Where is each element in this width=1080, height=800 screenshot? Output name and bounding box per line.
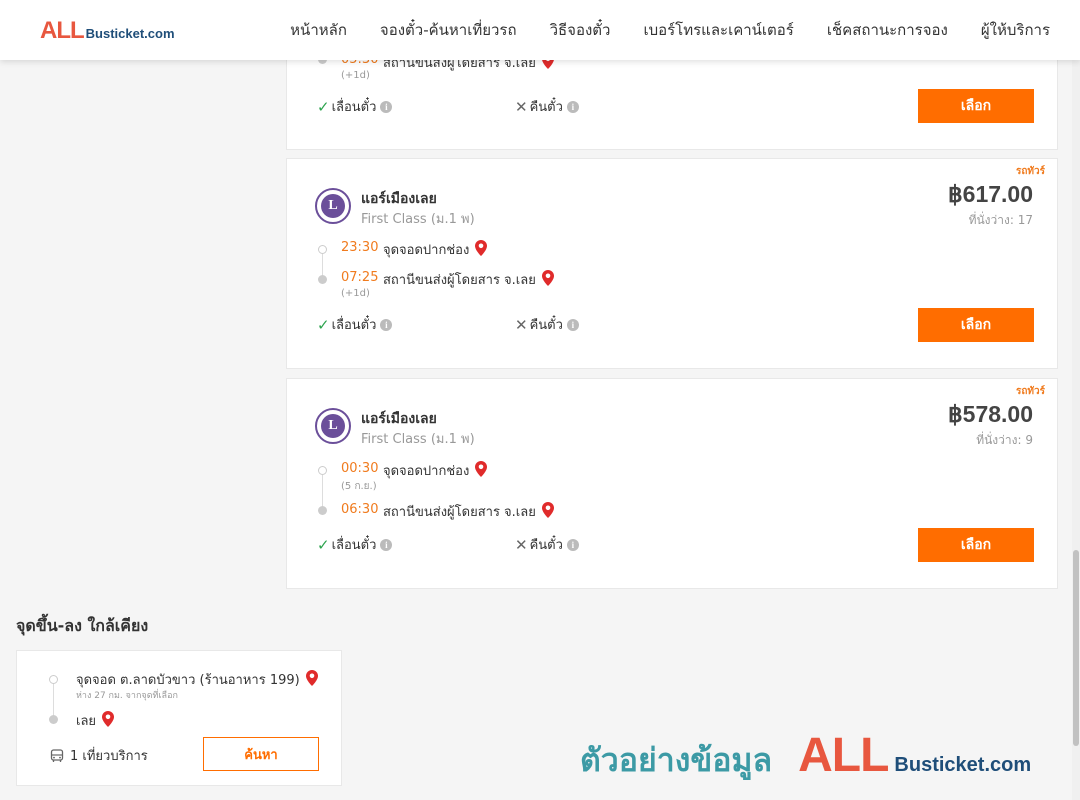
nearby-to-text: เลย <box>76 714 97 729</box>
arrive-dot <box>318 275 327 284</box>
operator-class: First Class (ม.1 พ) <box>361 212 475 227</box>
refund-policy: ✕ คืนตั๋ว i <box>515 314 579 335</box>
timeline-line <box>53 679 54 719</box>
to-dot <box>49 715 58 724</box>
nav-check-status[interactable]: เช็คสถานะการจอง <box>827 18 948 42</box>
info-icon[interactable]: i <box>380 538 393 551</box>
nearby-from-text: จุดจอด ต.ลาดบัวขาว (ร้านอาหาร 199) <box>76 673 300 688</box>
trip-card: รถทัวร์ L แอร์เมืองเลย First Class (ม.1 … <box>286 378 1058 589</box>
depart-dot <box>318 245 327 254</box>
info-icon[interactable]: i <box>566 318 579 331</box>
operator-name: แอร์เมืองเลย <box>361 411 437 427</box>
logo-all: ALL <box>40 17 85 44</box>
map-pin-icon[interactable] <box>475 239 488 260</box>
nav-how-to-book[interactable]: วิธีจองตั๋ว <box>550 18 611 42</box>
trip-card: รถทัวร์ L แอร์เมืองเลย First Class (ม.1 … <box>286 158 1058 369</box>
depart-time: 00:30 <box>341 461 379 476</box>
nearby-trip-count: 1 เที่ยวบริการ <box>50 745 148 766</box>
ticket-price: ฿578.00 <box>948 401 1033 427</box>
depart-place: จุดจอดปากช่อง <box>383 239 488 260</box>
arrive-note: (+1d) <box>341 70 370 81</box>
reschedule-policy: ✓ เลื่อนตั๋ว i <box>317 314 393 335</box>
map-pin-icon[interactable] <box>102 710 115 731</box>
watermark: ตัวอย่างข้อมูล ALL Busticket.com <box>580 728 1031 786</box>
site-logo[interactable]: ALL Busticket.com <box>40 17 175 45</box>
watermark-text: ตัวอย่างข้อมูล <box>580 741 773 779</box>
nearby-title: จุดขึ้น-ลง ใกล้เคียง <box>16 616 149 635</box>
info-icon[interactable]: i <box>380 100 393 113</box>
depart-time: 23:30 <box>341 240 379 255</box>
arrive-time: 07:25 <box>341 270 379 285</box>
info-icon[interactable]: i <box>566 538 579 551</box>
nearby-to: เลย <box>76 710 115 731</box>
reschedule-policy: ✓ เลื่อนตั๋ว i <box>317 534 393 555</box>
seats-available: ที่นั่งว่าง: 9 <box>976 433 1033 447</box>
select-button[interactable]: เลือก <box>918 308 1034 342</box>
scrollbar-thumb[interactable] <box>1073 550 1079 746</box>
depart-note: (5 ก.ย.) <box>341 481 377 492</box>
logo-rest: Busticket.com <box>85 26 175 41</box>
main-nav: หน้าหลัก จองตั๋ว-ค้นหาเที่ยวรถ วิธีจองตั… <box>257 0 1050 60</box>
depart-place-text: จุดจอดปากช่อง <box>383 464 470 479</box>
nearby-from: จุดจอด ต.ลาดบัวขาว (ร้านอาหาร 199) <box>76 669 318 690</box>
select-button[interactable]: เลือก <box>918 89 1034 123</box>
refund-label: คืนตั๋ว <box>529 100 563 115</box>
map-pin-icon[interactable] <box>305 669 318 690</box>
depart-place: จุดจอดปากช่อง <box>383 460 488 481</box>
reschedule-label: เลื่อนตั๋ว <box>331 318 377 333</box>
check-icon: ✓ <box>317 97 330 116</box>
depart-dot <box>318 466 327 475</box>
check-icon: ✓ <box>317 535 330 554</box>
from-dot <box>49 675 58 684</box>
check-icon: ✓ <box>317 315 330 334</box>
watermark-all: ALL <box>798 729 889 782</box>
arrive-place-text: สถานีขนส่งผู้โดยสาร จ.เลย <box>383 505 536 520</box>
bus-type-tag: รถทัวร์ <box>1015 386 1045 397</box>
bus-icon <box>50 748 64 762</box>
arrive-place: สถานีขนส่งผู้โดยสาร จ.เลย <box>383 269 554 290</box>
reschedule-policy: ✓ เลื่อนตั๋ว i <box>317 96 393 117</box>
depart-place-text: จุดจอดปากช่อง <box>383 243 470 258</box>
operator-logo: L <box>315 188 351 224</box>
map-pin-icon[interactable] <box>475 460 488 481</box>
ticket-price: ฿617.00 <box>948 181 1033 207</box>
nav-home[interactable]: หน้าหลัก <box>290 18 347 42</box>
cross-icon: ✕ <box>515 97 528 116</box>
nearby-distance: ห่าง 27 กม. จากจุดที่เลือก <box>76 691 178 701</box>
select-button[interactable]: เลือก <box>918 528 1034 562</box>
reschedule-label: เลื่อนตั๋ว <box>331 100 377 115</box>
map-pin-icon[interactable] <box>541 501 554 522</box>
nav-operators[interactable]: ผู้ให้บริการ <box>981 18 1050 42</box>
arrive-dot <box>318 506 327 515</box>
arrive-place: สถานีขนส่งผู้โดยสาร จ.เลย <box>383 501 554 522</box>
info-icon[interactable]: i <box>380 318 393 331</box>
nav-book-search[interactable]: จองตั๋ว-ค้นหาเที่ยวรถ <box>380 18 517 42</box>
operator-class: First Class (ม.1 พ) <box>361 432 475 447</box>
nearby-trip-count-text: 1 เที่ยวบริการ <box>70 749 148 764</box>
map-pin-icon[interactable] <box>541 269 554 290</box>
arrive-place-text: สถานีขนส่งผู้โดยสาร จ.เลย <box>383 273 536 288</box>
bus-type-tag: รถทัวร์ <box>1015 166 1045 177</box>
refund-policy: ✕ คืนตั๋ว i <box>515 534 579 555</box>
refund-label: คืนตั๋ว <box>529 538 563 553</box>
nav-contact-counter[interactable]: เบอร์โทรและเคาน์เตอร์ <box>643 18 793 42</box>
header: ALL Busticket.com หน้าหลัก จองตั๋ว-ค้นหา… <box>0 0 1080 60</box>
cross-icon: ✕ <box>515 315 528 334</box>
seats-available: ที่นั่งว่าง: 17 <box>968 213 1033 227</box>
cross-icon: ✕ <box>515 535 528 554</box>
refund-label: คืนตั๋ว <box>529 318 563 333</box>
watermark-rest: Busticket.com <box>894 754 1032 776</box>
arrive-time: 06:30 <box>341 502 379 517</box>
refund-policy: ✕ คืนตั๋ว i <box>515 96 579 117</box>
search-button[interactable]: ค้นหา <box>203 737 319 771</box>
reschedule-label: เลื่อนตั๋ว <box>331 538 377 553</box>
operator-logo: L <box>315 408 351 444</box>
info-icon[interactable]: i <box>566 100 579 113</box>
operator-name: แอร์เมืองเลย <box>361 191 437 207</box>
nearby-card: จุดจอด ต.ลาดบัวขาว (ร้านอาหาร 199) ห่าง … <box>16 650 342 786</box>
arrive-note: (+1d) <box>341 288 370 299</box>
